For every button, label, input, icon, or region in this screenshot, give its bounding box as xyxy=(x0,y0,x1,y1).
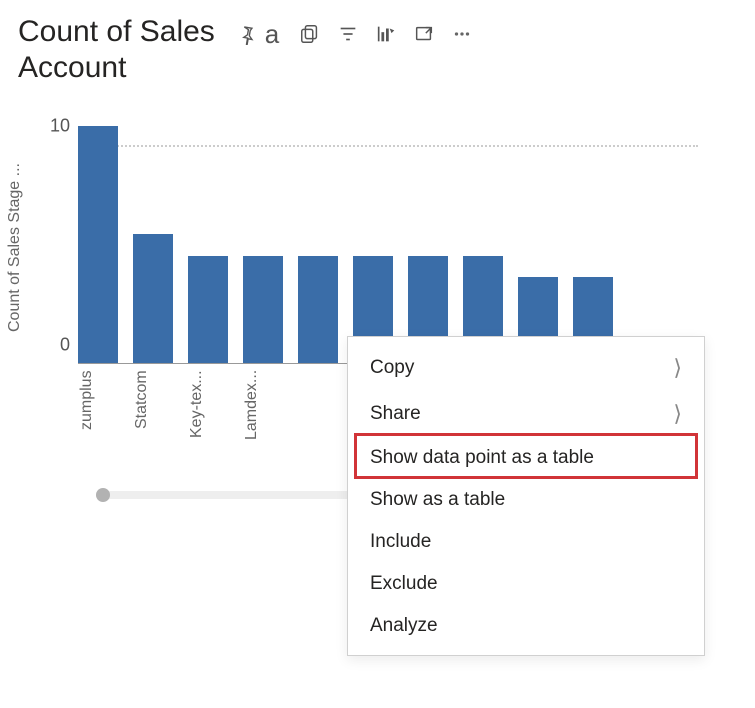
menu-label: Share xyxy=(370,403,421,425)
menu-label: Show as a table xyxy=(370,489,505,511)
copy-visual-icon[interactable] xyxy=(298,22,322,46)
y-axis-label: Count of Sales Stage ... xyxy=(6,163,24,332)
y-tick-10: 10 xyxy=(50,116,70,137)
menu-item-show-data-point[interactable]: Show data point as a table xyxy=(348,437,704,479)
focus-mode-icon[interactable] xyxy=(412,22,436,46)
bar[interactable] xyxy=(78,126,118,364)
menu-label: Exclude xyxy=(370,573,438,595)
personalize-icon[interactable] xyxy=(374,22,398,46)
x-tick-label: Lamdex... xyxy=(243,370,283,460)
x-tick-label xyxy=(298,370,338,460)
x-tick-label: Key-tex... xyxy=(188,370,228,460)
filter-icon[interactable] xyxy=(336,22,360,46)
chart-title-line1: Count of Sales xyxy=(18,14,215,50)
plot-area: 10 0 xyxy=(78,104,698,364)
menu-label: Show data point as a table xyxy=(370,447,594,469)
menu-item-share[interactable]: Share ⟩ xyxy=(348,391,704,437)
bar[interactable] xyxy=(298,256,338,364)
menu-item-exclude[interactable]: Exclude xyxy=(348,563,704,605)
pin-icon[interactable] xyxy=(235,22,259,46)
more-options-icon[interactable] xyxy=(450,22,474,46)
chevron-right-icon: ⟩ xyxy=(673,355,682,381)
context-menu: Copy ⟩ Share ⟩ Show data point as a tabl… xyxy=(347,336,705,656)
bar[interactable] xyxy=(133,234,173,364)
visual-toolbar: a xyxy=(235,19,474,50)
menu-label: Analyze xyxy=(370,615,438,637)
x-tick-label: Statcom xyxy=(133,370,173,460)
menu-label: Copy xyxy=(370,357,414,379)
scrollbar-thumb[interactable] xyxy=(96,488,110,502)
bar[interactable] xyxy=(188,256,228,364)
bars-container xyxy=(78,126,613,364)
visual-header: Count of Sales a xyxy=(0,0,755,92)
menu-item-copy[interactable]: Copy ⟩ xyxy=(348,345,704,391)
menu-label: Include xyxy=(370,531,431,553)
menu-item-include[interactable]: Include xyxy=(348,521,704,563)
chart-title-line2: Account xyxy=(18,50,737,86)
x-tick-label: zumplus xyxy=(78,370,118,460)
menu-item-analyze[interactable]: Analyze xyxy=(348,605,704,647)
y-tick-0: 0 xyxy=(60,335,70,356)
truncated-title-glyph: a xyxy=(265,19,276,50)
menu-item-show-table[interactable]: Show as a table xyxy=(348,479,704,521)
chevron-right-icon: ⟩ xyxy=(673,401,682,427)
bar[interactable] xyxy=(243,256,283,364)
